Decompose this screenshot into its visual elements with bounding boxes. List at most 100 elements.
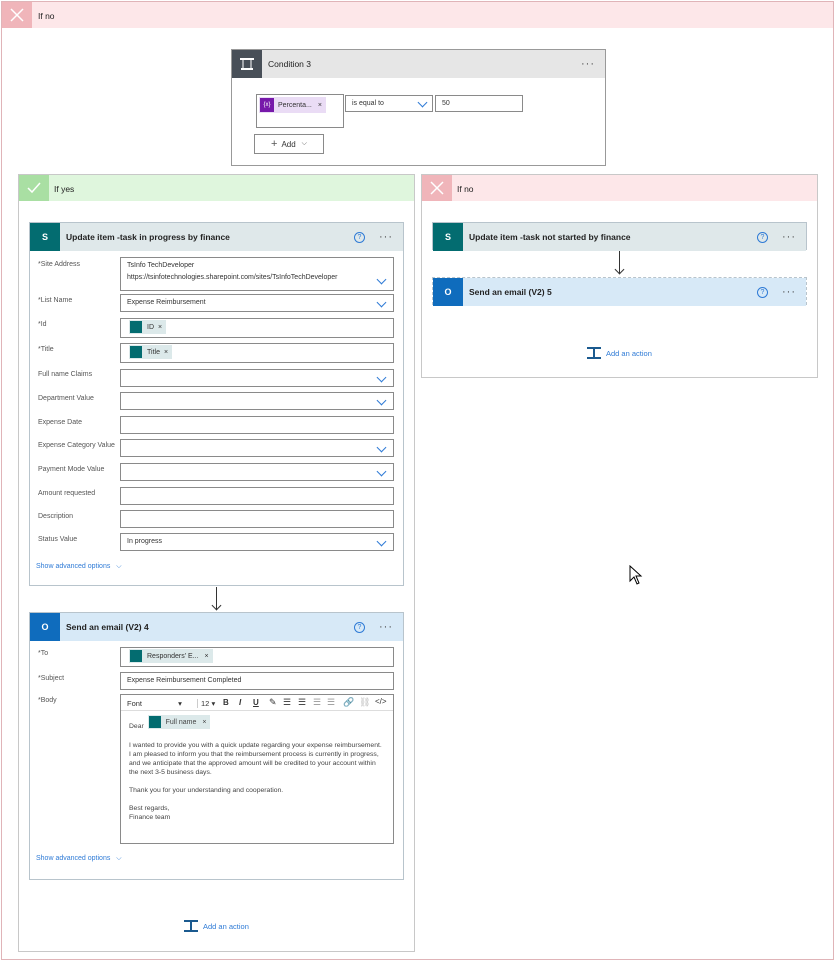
full-name-token[interactable]: Full name × <box>147 715 211 729</box>
more-options-icon[interactable]: ··· <box>379 231 393 243</box>
body-paragraph-2: Thank you for your understanding and coo… <box>129 787 284 794</box>
send-email-4-header[interactable]: O Send an email (V2) 4 ? ··· <box>30 613 403 641</box>
more-options-icon[interactable]: ··· <box>581 58 595 70</box>
operator-dropdown[interactable]: is equal to <box>345 95 433 112</box>
payment-mode-field[interactable] <box>120 463 394 481</box>
update-item-not-started-title: Update item -task not started by finance <box>469 232 631 242</box>
percentage-token[interactable]: {x} Percenta... × <box>259 97 326 113</box>
remove-token-icon[interactable]: × <box>164 349 168 356</box>
increase-indent-icon[interactable]: ☰ <box>327 697 335 708</box>
remove-token-icon[interactable]: × <box>205 653 209 660</box>
if-no-header[interactable] <box>422 175 817 201</box>
list-name-value: Expense Reimbursement <box>127 299 206 306</box>
decrease-indent-icon[interactable]: ☰ <box>313 697 321 708</box>
list-name-label: *List Name <box>38 297 73 304</box>
more-options-icon[interactable]: ··· <box>379 621 393 633</box>
plus-icon: + <box>271 138 278 150</box>
caret-down-icon: ▾ <box>211 699 216 708</box>
body-signature: Finance team <box>129 814 171 821</box>
send-email-5-header[interactable]: O Send an email (V2) 5 ? ··· <box>433 278 806 306</box>
department-field[interactable] <box>120 392 394 410</box>
show-advanced-options-link[interactable]: Show advanced options ⌵ <box>36 563 122 571</box>
responders-email-token[interactable]: Responders' E... × <box>129 649 213 663</box>
close-icon <box>2 2 32 28</box>
to-field[interactable]: Responders' E... × <box>120 647 394 667</box>
condition-header[interactable]: Condition 3 ··· <box>232 50 605 78</box>
font-dropdown[interactable]: Font ▾ <box>127 699 182 708</box>
numbered-list-icon[interactable]: ☰ <box>298 697 306 708</box>
condition-value-input[interactable]: 50 <box>435 95 523 112</box>
sharepoint-icon <box>130 321 142 333</box>
add-action-icon <box>184 920 198 932</box>
help-icon[interactable]: ? <box>757 286 768 298</box>
sharepoint-icon: S <box>30 223 60 251</box>
unlink-icon[interactable]: ⛓ <box>359 697 370 708</box>
id-token[interactable]: ID × <box>129 320 167 334</box>
condition-operand-box[interactable]: {x} Percenta... × <box>256 94 344 128</box>
expense-date-label: Expense Date <box>38 419 82 426</box>
outer-if-no-header[interactable] <box>2 2 833 28</box>
status-value-field[interactable]: In progress <box>120 533 394 551</box>
description-field[interactable] <box>120 510 394 528</box>
status-value-text: In progress <box>127 538 163 545</box>
outlook-icon: O <box>30 613 60 641</box>
chevron-down-icon: ⌵ <box>116 855 122 862</box>
expense-date-field[interactable] <box>120 416 394 434</box>
condition-icon <box>232 50 262 78</box>
list-name-field[interactable]: Expense Reimbursement <box>120 294 394 312</box>
amount-requested-label: Amount requested <box>38 490 96 497</box>
body-content[interactable]: Dear Full name × I wanted to provide you… <box>121 711 393 828</box>
add-an-action-button-right[interactable]: Add an action <box>587 347 652 359</box>
underline-button[interactable]: U <box>253 698 259 707</box>
help-icon[interactable]: ? <box>757 231 768 243</box>
chevron-down-icon <box>376 372 387 383</box>
chevron-down-icon <box>376 297 387 308</box>
description-label: Description <box>38 513 74 520</box>
percentage-token-label: Percenta... <box>278 101 312 109</box>
site-address-name: TsInfo TechDeveloper <box>127 262 195 269</box>
if-no-label: If no <box>457 184 474 194</box>
font-size-dropdown[interactable]: 12 ▾ <box>197 699 215 708</box>
remove-token-icon[interactable]: × <box>318 102 322 109</box>
update-item-in-progress-header[interactable]: S Update item -task in progress by finan… <box>30 223 403 251</box>
site-address-url: https://tsinfotechnologies.sharepoint.co… <box>127 274 338 281</box>
help-icon[interactable]: ? <box>354 621 365 633</box>
chevron-down-icon <box>376 442 387 453</box>
more-options-icon[interactable]: ··· <box>782 231 796 243</box>
site-address-field[interactable]: TsInfo TechDeveloper https://tsinfotechn… <box>120 257 394 291</box>
body-toolbar: Font ▾ 12 ▾ B I U ✎ ☰ ☰ ☰ ☰ 🔗 ⛓ </> <box>121 695 393 711</box>
amount-requested-field[interactable] <box>120 487 394 505</box>
subject-field[interactable]: Expense Reimbursement Completed <box>120 672 394 690</box>
link-icon[interactable]: 🔗 <box>343 697 354 708</box>
italic-button[interactable]: I <box>239 698 241 707</box>
full-name-claims-label: Full name Claims <box>38 371 93 378</box>
title-field[interactable]: Title × <box>120 343 394 363</box>
remove-token-icon[interactable]: × <box>202 718 206 727</box>
bold-button[interactable]: B <box>223 698 229 707</box>
if-yes-header[interactable] <box>19 175 414 201</box>
id-field[interactable]: ID × <box>120 318 394 338</box>
bullet-list-icon[interactable]: ☰ <box>283 697 291 708</box>
remove-token-icon[interactable]: × <box>158 324 162 331</box>
outer-if-no-label: If no <box>38 11 55 21</box>
highlight-icon[interactable]: ✎ <box>269 697 277 708</box>
help-icon[interactable]: ? <box>354 231 365 243</box>
code-view-icon[interactable]: </> <box>375 697 387 706</box>
operator-value: is equal to <box>352 100 384 107</box>
more-options-icon[interactable]: ··· <box>782 286 796 298</box>
title-token[interactable]: Title × <box>129 345 173 359</box>
chevron-down-icon <box>376 536 387 547</box>
responders-email-token-label: Responders' E... <box>147 652 199 660</box>
mouse-cursor-icon <box>629 565 643 585</box>
add-an-action-button-left[interactable]: Add an action <box>184 920 249 932</box>
add-button[interactable]: + Add ⌵ <box>254 134 324 154</box>
expense-category-field[interactable] <box>120 439 394 457</box>
show-advanced-options-link[interactable]: Show advanced options ⌵ <box>36 855 122 863</box>
body-label: *Body <box>38 697 57 704</box>
sharepoint-icon <box>130 346 142 358</box>
show-advanced-options-label: Show advanced options <box>36 563 111 570</box>
full-name-claims-field[interactable] <box>120 369 394 387</box>
update-item-not-started-header[interactable]: S Update item -task not started by finan… <box>433 223 806 251</box>
body-editor[interactable]: Font ▾ 12 ▾ B I U ✎ ☰ ☰ ☰ ☰ 🔗 ⛓ </> Dear <box>120 694 394 844</box>
update-item-in-progress-title: Update item -task in progress by finance <box>66 232 230 242</box>
